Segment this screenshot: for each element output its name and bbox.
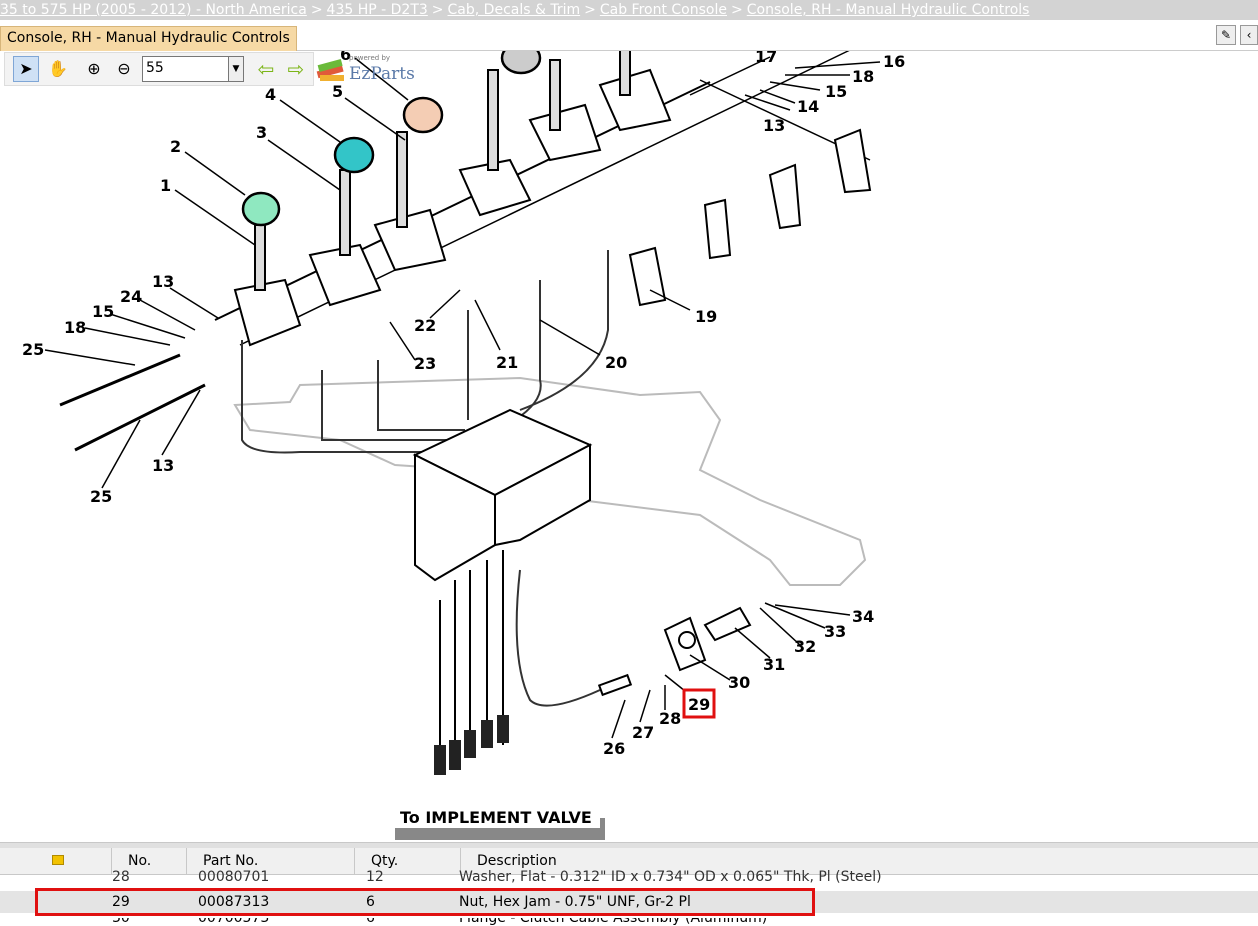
close-icon[interactable]: ‹ [1240,25,1258,45]
callout-29[interactable]: 29 [688,695,710,714]
zoom-input[interactable] [143,57,231,79]
callout-25[interactable]: 25 [22,340,44,359]
parts-diagram[interactable]: To IMPLEMENT VALVE 1 2 3 4 5 6 13 13 13 … [0,0,1258,845]
breadcrumb-item-current[interactable]: Console, RH - Manual Hydraulic Controls [747,2,1030,18]
ezparts-logo: powered by EzParts [312,52,427,84]
callout-20[interactable]: 20 [605,353,627,372]
chevron-down-icon[interactable]: ▼ [228,57,243,81]
powered-by-label: powered by [349,54,391,62]
row-no: 28 [112,869,130,885]
callout-13[interactable]: 13 [152,456,174,475]
callout-13[interactable]: 13 [152,272,174,291]
callout-26[interactable]: 26 [603,739,625,758]
callout-23[interactable]: 23 [414,354,436,373]
select-arrow-icon[interactable]: ➤ [13,56,39,82]
logo-name: EzParts [349,64,415,84]
breadcrumb-separator: > [584,2,596,18]
row-part-no: 00080701 [198,869,270,885]
breadcrumb-item-model-range[interactable]: 35 to 575 HP (2005 - 2012) - North Ameri… [0,2,307,18]
breadcrumb-separator: > [431,2,444,18]
tab-console-rh[interactable]: Console, RH - Manual Hydraulic Controls [0,26,297,51]
selected-row-highlight [35,888,815,916]
back-arrow-icon[interactable]: ⇦ [253,56,279,82]
callout-30[interactable]: 30 [728,673,750,692]
breadcrumb-item-console[interactable]: Cab Front Console [600,2,727,18]
callout-1[interactable]: 1 [160,176,171,195]
pin-icon[interactable]: ✎ [1216,25,1236,45]
callout-34[interactable]: 34 [852,607,874,626]
callout-19[interactable]: 19 [695,307,717,326]
zoom-out-icon[interactable]: ⊖ [111,56,137,82]
callout-4[interactable]: 4 [265,85,276,104]
zoom-select[interactable]: ▼ [142,56,244,82]
callout-32[interactable]: 32 [794,637,816,656]
breadcrumb-separator: > [310,2,323,18]
callout-28[interactable]: 28 [659,709,681,728]
callout-labels: 1 2 3 4 5 6 13 13 13 14 15 15 16 17 18 1… [22,45,905,758]
forward-arrow-icon[interactable]: ⇨ [283,56,309,82]
callout-18[interactable]: 18 [852,67,874,86]
callout-27[interactable]: 27 [632,723,654,742]
tab-bar: Console, RH - Manual Hydraulic Controls … [0,20,1258,51]
callout-15[interactable]: 15 [825,82,847,101]
breadcrumb: 35 to 575 HP (2005 - 2012) - North Ameri… [0,0,1258,20]
callout-13[interactable]: 13 [763,116,785,135]
row-description: Flange - Clutch Cable Assembly (Aluminum… [459,918,768,926]
callout-5[interactable]: 5 [332,82,343,101]
callout-22[interactable]: 22 [414,316,436,335]
callout-33[interactable]: 33 [824,622,846,641]
breadcrumb-item-model[interactable]: 435 HP - D2T3 [327,2,428,18]
table-row[interactable]: 30 00700573 6 Flange - Clutch Cable Asse… [0,918,1258,926]
table-row[interactable]: 28 00080701 12 Washer, Flat - 0.312" ID … [0,868,1258,886]
callout-14[interactable]: 14 [797,97,819,116]
callout-31[interactable]: 31 [763,655,785,674]
zoom-in-icon[interactable]: ⊕ [81,56,107,82]
books-icon [316,58,344,81]
valve-label: To IMPLEMENT VALVE [400,808,592,827]
viewer-toolbar: ➤ ✋ ⊕ ⊖ ▼ ⇦ ⇨ [4,52,314,86]
callout-18[interactable]: 18 [64,318,86,337]
pan-hand-icon[interactable]: ✋ [45,56,71,82]
callout-25[interactable]: 25 [90,487,112,506]
row-part-no: 00700573 [198,918,270,926]
callout-16[interactable]: 16 [883,52,905,71]
breadcrumb-item-cab[interactable]: Cab, Decals & Trim [448,2,581,18]
row-no: 30 [112,918,130,926]
callout-3[interactable]: 3 [256,123,267,142]
callout-15[interactable]: 15 [92,302,114,321]
row-qty: 6 [366,918,375,926]
row-qty: 12 [366,869,384,885]
breadcrumb-separator: > [731,2,743,18]
callout-2[interactable]: 2 [170,137,181,156]
callout-21[interactable]: 21 [496,353,518,372]
callout-24[interactable]: 24 [120,287,142,306]
row-description: Washer, Flat - 0.312" ID x 0.734" OD x 0… [459,869,882,885]
